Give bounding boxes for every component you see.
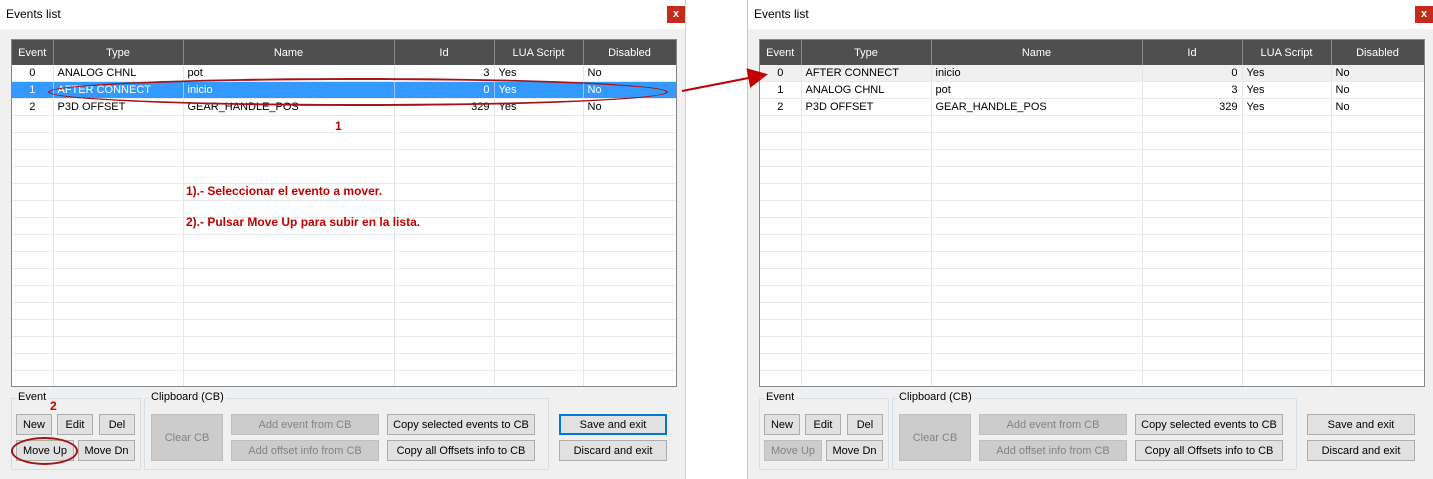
move-arrow-overlay [681, 68, 768, 92]
move-arrow [681, 68, 768, 92]
